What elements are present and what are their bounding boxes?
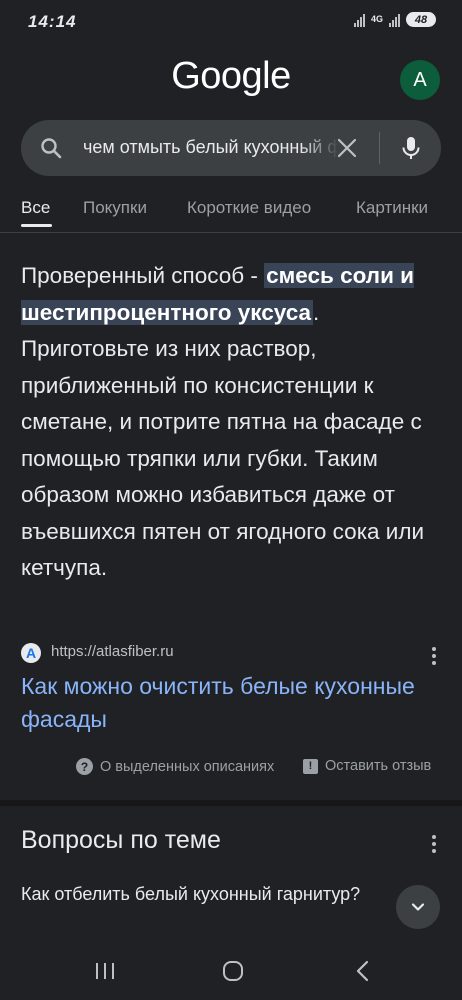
back-icon: [356, 960, 369, 982]
tab-images[interactable]: Картинки: [356, 198, 428, 218]
signal-icon: [353, 13, 365, 27]
tab-all[interactable]: Все: [21, 198, 50, 218]
tabs-divider: [0, 232, 462, 233]
search-icon[interactable]: [39, 136, 63, 160]
help-icon: ?: [76, 758, 93, 775]
network-type-label: 4G: [370, 14, 383, 24]
search-tabs: Все Покупки Короткие видео Картинки: [0, 192, 462, 228]
clear-icon[interactable]: [335, 136, 359, 160]
featured-snippet-text: Проверенный способ - смесь соли и шестип…: [21, 258, 446, 587]
related-questions-title: Вопросы по теме: [21, 826, 221, 854]
search-input[interactable]: чем отмыть белый кухонный фасад: [83, 137, 339, 158]
battery-icon: 48: [406, 12, 436, 27]
related-more-options-icon[interactable]: [424, 834, 444, 854]
site-favicon: A: [21, 643, 41, 663]
about-snippets-link[interactable]: ? О выделенных описаниях: [76, 758, 274, 775]
active-tab-indicator: [21, 224, 52, 227]
feedback-icon: !: [303, 758, 318, 774]
recent-apps-button[interactable]: [90, 956, 120, 986]
search-box[interactable]: чем отмыть белый кухонный фасад: [21, 120, 441, 176]
source-url[interactable]: https://atlasfiber.ru: [51, 643, 174, 660]
home-button[interactable]: [218, 956, 248, 986]
back-button[interactable]: [348, 956, 378, 986]
expand-question-button[interactable]: [396, 885, 440, 929]
home-icon: [223, 961, 243, 981]
signal-icon-2: [389, 13, 400, 27]
feedback-label: Оставить отзыв: [325, 758, 432, 774]
related-question-item[interactable]: Как отбелить белый кухонный гарнитур?: [21, 882, 371, 907]
tab-short-videos[interactable]: Короткие видео: [187, 198, 311, 218]
snippet-source[interactable]: A https://atlasfiber.ru: [21, 642, 441, 666]
tab-shopping[interactable]: Покупки: [83, 198, 147, 218]
snippet-text-after: . Приготовьте из них раствор, приближенн…: [21, 299, 425, 581]
chevron-down-icon: [411, 903, 425, 911]
search-divider: [379, 132, 380, 164]
more-options-icon[interactable]: [424, 646, 444, 666]
microphone-icon[interactable]: [397, 134, 425, 162]
feedback-link[interactable]: ! Оставить отзыв: [303, 758, 431, 774]
status-time: 14:14: [28, 12, 77, 31]
system-nav-bar: [0, 940, 462, 1000]
snippet-text-before: Проверенный способ -: [21, 263, 265, 288]
result-title-link[interactable]: Как можно очистить белые кухонные фасады: [21, 670, 421, 736]
about-snippets-label: О выделенных описаниях: [100, 758, 275, 775]
google-logo[interactable]: Google: [0, 55, 462, 98]
account-avatar[interactable]: A: [400, 60, 440, 100]
recent-apps-icon: [96, 963, 114, 979]
status-icons: 4G 48: [353, 12, 436, 27]
section-divider: [0, 800, 462, 806]
snippet-feedback-row: ? О выделенных описаниях ! Оставить отзы…: [0, 756, 462, 778]
status-bar: 14:14 4G 48: [0, 0, 462, 40]
